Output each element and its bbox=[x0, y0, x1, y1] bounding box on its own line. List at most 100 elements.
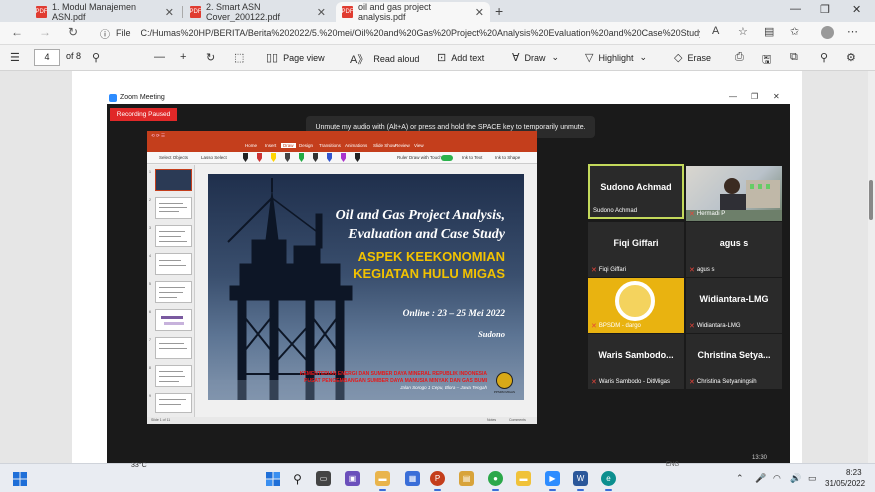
store-icon[interactable]: ▦ bbox=[405, 471, 420, 486]
profile-avatar[interactable] bbox=[821, 26, 834, 39]
participant-tile: ✕ BPSDM - dargo bbox=[588, 278, 684, 333]
add-text-button[interactable]: ⊡ Add text bbox=[437, 51, 484, 64]
ppt-menu-bar: Home Insert Draw Design Transitions Anim… bbox=[147, 141, 537, 152]
taskbar-date[interactable]: 31/05/2022 bbox=[825, 479, 865, 488]
emblem-label: PPSDM MIGAS bbox=[493, 390, 515, 394]
save-icon[interactable]: 🖫 bbox=[762, 51, 776, 70]
start-menu-icon[interactable] bbox=[265, 471, 280, 486]
zoom-out-icon[interactable]: — bbox=[154, 51, 170, 63]
refresh-icon[interactable]: ↻ bbox=[62, 25, 84, 39]
ppt-status-bar: Slide 1 of 11 Notes Comments bbox=[147, 417, 537, 424]
pdf-scrollbar-thumb[interactable] bbox=[869, 180, 873, 220]
participant-display-name: agus s bbox=[719, 238, 749, 248]
chrome-icon[interactable]: ● bbox=[488, 471, 503, 491]
task-view-icon[interactable]: ▭ bbox=[316, 471, 331, 486]
ppt-slide-count: Slide 1 of 11 bbox=[151, 418, 171, 422]
slide-title-line2: Evaluation and Case Study bbox=[348, 227, 505, 242]
chevron-up-icon[interactable]: ⌃ bbox=[736, 473, 744, 484]
close-tab-icon[interactable]: ✕ bbox=[165, 6, 174, 19]
windows-start-icon[interactable] bbox=[12, 471, 27, 486]
back-icon[interactable]: ← bbox=[6, 25, 28, 39]
search-icon[interactable]: ⚲ bbox=[290, 471, 305, 486]
participant-name: ✕ Waris Sambodo - DitMigas bbox=[591, 378, 670, 386]
ppt-thumbnail bbox=[155, 197, 192, 219]
minimize-icon[interactable]: — bbox=[790, 3, 801, 15]
forward-icon[interactable]: → bbox=[34, 25, 56, 39]
read-aloud-button[interactable]: A》 Read aloud bbox=[350, 51, 419, 67]
close-window-icon[interactable]: ✕ bbox=[852, 3, 861, 16]
tab-smart-asn[interactable]: PDF 2. Smart ASN Cover_200122.pdf ✕ bbox=[184, 2, 332, 22]
volume-icon[interactable]: 🔊 bbox=[790, 473, 801, 484]
collections-icon[interactable]: ▤ bbox=[764, 25, 774, 38]
info-icon[interactable]: ⓘ bbox=[100, 26, 110, 41]
zoom-icon[interactable]: ▶ bbox=[545, 471, 560, 491]
close-tab-icon[interactable]: ✕ bbox=[475, 6, 484, 19]
page-total: of 8 bbox=[66, 51, 82, 61]
edge-icon[interactable]: e bbox=[601, 471, 616, 491]
draw-label: Draw bbox=[524, 52, 546, 63]
pin-icon[interactable]: ⚲ bbox=[820, 51, 833, 64]
tab-oil-and-gas[interactable]: PDF oil and gas project analysis.pdf ✕ bbox=[336, 2, 490, 22]
participant-name: ✕ agus s bbox=[689, 266, 715, 274]
ppt-menu-review: Review bbox=[395, 143, 410, 148]
microphone-icon[interactable]: 🎤 bbox=[755, 473, 766, 484]
settings-gear-icon[interactable]: ⚙ bbox=[846, 51, 861, 64]
fit-page-icon[interactable]: ⬚ bbox=[234, 51, 249, 64]
thumb-number: 1 bbox=[149, 170, 151, 174]
page-number-input[interactable]: 4 bbox=[34, 49, 60, 66]
page-view-button[interactable]: ▯▯ Page view bbox=[266, 51, 325, 64]
taskbar-time[interactable]: 8:23 bbox=[846, 468, 862, 477]
save-as-icon[interactable]: ⧉ bbox=[790, 51, 803, 64]
wifi-icon[interactable]: ◠ bbox=[773, 473, 781, 484]
participant-name: ✕ Widiantara-LMG bbox=[689, 322, 741, 330]
weather-widget[interactable]: 33°C bbox=[131, 462, 147, 469]
erase-button[interactable]: ◇ Erase bbox=[674, 51, 711, 64]
slide-subtitle-line2: KEGIATAN HULU MIGAS bbox=[353, 266, 505, 281]
favorites-bar-icon[interactable]: ✩ bbox=[790, 25, 799, 38]
slide-org-address: Jalan Sorogo 1 Cepu, Blora – Jawa Tengah bbox=[400, 385, 487, 390]
maximize-icon[interactable]: ❐ bbox=[820, 3, 830, 16]
app-icon[interactable]: ▤ bbox=[459, 471, 474, 486]
file-explorer-icon[interactable]: ▬ bbox=[375, 471, 390, 491]
participant-tile: Sudono Achmad Sudono Achmad bbox=[588, 164, 684, 219]
highlight-button[interactable]: ▽ Highlight ⌄ bbox=[585, 51, 647, 64]
more-icon[interactable]: ⋯ bbox=[847, 25, 858, 38]
zoom-restore-icon: ❐ bbox=[751, 92, 759, 101]
tab-modul-manajemen[interactable]: PDF 1. Modul Manajemen ASN.pdf ✕ bbox=[30, 2, 180, 22]
ppt-thumbnail bbox=[155, 365, 192, 387]
ppt-ink-shape: Ink to Shape bbox=[495, 155, 521, 160]
tab-label: oil and gas project analysis.pdf bbox=[358, 2, 432, 22]
pdf-scrollbar[interactable] bbox=[868, 71, 875, 463]
highlight-label: Highlight bbox=[598, 52, 634, 63]
zoom-in-icon[interactable]: + bbox=[180, 51, 191, 63]
contents-icon[interactable]: ☰ bbox=[10, 51, 25, 64]
rotate-icon[interactable]: ↻ bbox=[206, 51, 220, 64]
word-icon[interactable]: W bbox=[573, 471, 588, 491]
search-icon[interactable]: ⚲ bbox=[92, 51, 105, 64]
ppt-notes: Notes bbox=[487, 418, 497, 422]
favorite-icon[interactable]: ☆ bbox=[738, 25, 748, 38]
tab-label: 2. Smart ASN Cover_200122.pdf bbox=[206, 2, 281, 22]
slide-title-line1: Oil and Gas Project Analysis, bbox=[335, 208, 505, 223]
participant-display-name: Sudono Achmad bbox=[600, 182, 672, 192]
battery-icon[interactable]: ▭ bbox=[808, 473, 817, 484]
pdf-icon: PDF bbox=[36, 6, 48, 18]
new-tab-icon[interactable]: + bbox=[495, 3, 503, 19]
participant-name-text: Christina Setyaningsih bbox=[696, 379, 757, 385]
ppt-draw-touch: Draw with Touch bbox=[409, 155, 442, 160]
ppt-menu-home: Home bbox=[245, 143, 258, 148]
folder-icon[interactable]: ▬ bbox=[516, 471, 531, 486]
powerpoint-icon[interactable]: P bbox=[430, 471, 445, 491]
address-bar[interactable]: ⓘ File C:/Humas%20HP/BERITA/Berita%20202… bbox=[100, 25, 700, 41]
close-tab-icon[interactable]: ✕ bbox=[317, 6, 326, 19]
taskbar-language[interactable]: ENG bbox=[666, 462, 679, 468]
ppt-pen-black-2 bbox=[355, 153, 360, 162]
pdf-icon: PDF bbox=[342, 6, 354, 18]
participant-name: ✕ Fiqi Giffari bbox=[591, 266, 626, 274]
print-icon[interactable]: ⎙ bbox=[735, 51, 749, 64]
teams-chat-icon[interactable]: ▣ bbox=[345, 471, 360, 486]
read-aloud-icon[interactable]: A bbox=[712, 25, 719, 37]
ppt-draw-touch-toggle bbox=[441, 155, 453, 161]
draw-button[interactable]: ∀ Draw ⌄ bbox=[512, 51, 559, 64]
tab-divider bbox=[182, 6, 183, 18]
